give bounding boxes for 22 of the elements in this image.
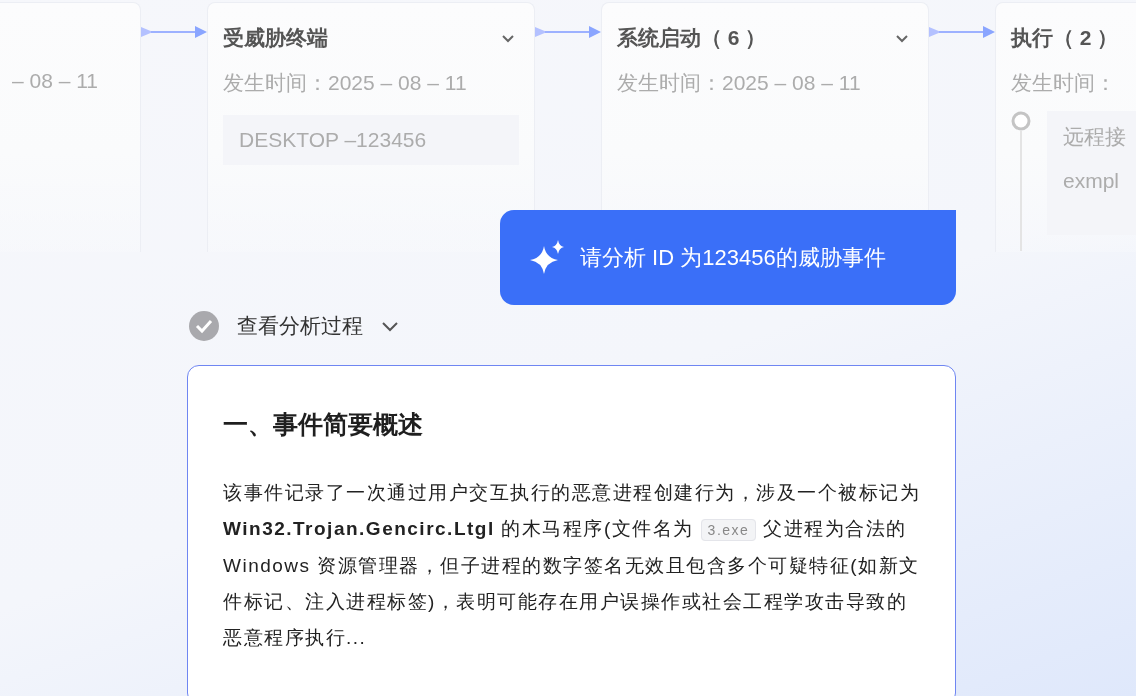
connector-arrow [535,26,601,38]
summary-paragraph: 该事件记录了一次通过用户交互执行的恶意进程创建行为，涉及一个被标记为 Win32.Trojan.Gencirc.Ltgl 的木马程序(文件名为 3.exe 父进程为合法的 Windows 资源管理器，但子进程的数字签名无效且包含多个可疑特征(如新文件标记、注入进程标签)，表明可能存在用户误操作或社会工程学攻击导致的恶意程序执行... [223,481,921,650]
card-title: 执行（ 2 ） [1011,25,1119,51]
chevron-down-icon[interactable] [381,320,399,332]
card-title: 受威胁终端 [223,25,328,51]
event-date: – 08 – 11 [12,69,100,93]
timeline-node-icon [1011,111,1031,131]
connector-arrow [929,26,995,38]
event-title: 远程接 [1063,124,1127,150]
event-date: 发生时间：2025 – 08 – 11 [223,70,468,96]
chevron-down-icon[interactable] [501,33,515,43]
chevron-down-icon[interactable] [895,33,909,43]
device-name: DESKTOP –123456 [223,115,519,165]
event-detail: exmpl [1063,169,1121,193]
file-name-tag: 3.exe [700,519,757,541]
section-heading: 一、事件简要概述 [223,409,424,440]
message-text: 请分析 ID 为123456的威胁事件 [580,243,886,272]
card-title: 系统启动（ 6 ） [617,25,767,51]
event-date: 发生时间：2025 – 08 – 11 [617,70,862,96]
connector-arrow [141,26,207,38]
view-analysis-button[interactable]: 查看分析过程 [237,312,363,340]
event-date: 发生时间： [1011,70,1117,96]
